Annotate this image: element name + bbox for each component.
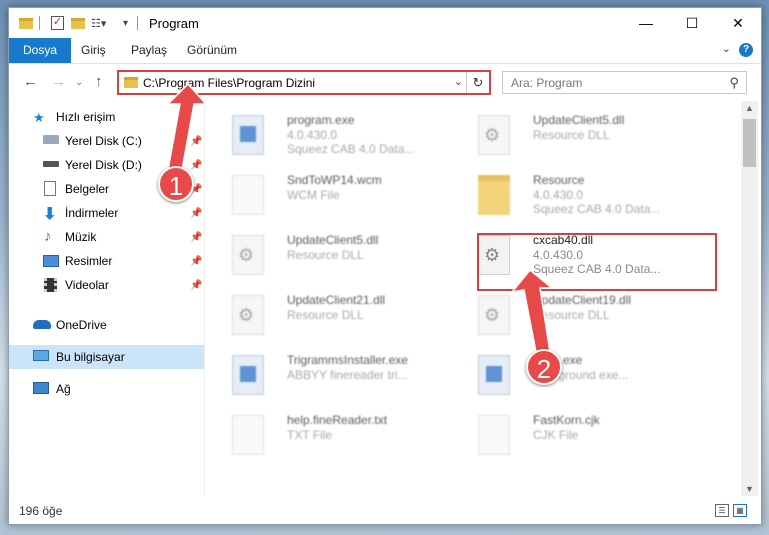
search-placeholder: Ara: Program [511,76,583,90]
tiles-view-icon[interactable]: ▦ [733,504,747,517]
nav-item-music[interactable]: ♪ Müzik 📌 [9,225,204,249]
status-bar: 196 öğe ☰ ▦ [9,498,761,524]
nav-item-this-pc[interactable]: Bu bilgisayar [9,345,204,369]
back-arrow-icon[interactable]: ← [23,73,38,90]
step-badge-1: 1 [158,166,194,202]
file-item[interactable]: program.exe 4.0.430.0 Squeez CAB 4.0 Dat… [207,109,447,161]
tab-paylas[interactable]: Paylaş [131,38,167,63]
maximize-button[interactable]: ☐ [669,8,715,38]
download-icon: ⬇ [43,206,57,223]
forward-arrow-icon[interactable]: → [51,73,66,90]
drive-icon [43,161,59,167]
tab-dosya[interactable]: Dosya [9,38,72,63]
details-view-icon[interactable]: ☰ [715,504,729,517]
dll-file-icon [232,295,264,335]
file-list: program.exe 4.0.430.0 Squeez CAB 4.0 Dat… [207,101,739,496]
cloud-icon [33,320,51,329]
file-item[interactable]: Resource 4.0.430.0 Squeez CAB 4.0 Data..… [453,169,693,221]
address-path[interactable]: C:\Program Files\Program Dizini [143,76,315,90]
file-item[interactable]: help.fineReader.txt TXT File [207,409,447,461]
file-item[interactable]: TrigrammsInstaller.exe ABBYY finereader … [207,349,447,401]
up-arrow-icon[interactable]: ↑ [95,73,103,90]
folder-icon [124,77,138,91]
recent-dropdown-icon[interactable]: ⌄ [75,77,83,88]
pin-icon[interactable]: 📌 [190,232,202,243]
navigation-row: ← → ⌄ ↑ C:\Program Files\Program Dizini … [9,64,761,100]
scroll-down-icon[interactable]: ▼ [745,484,754,494]
exe-file-icon [478,355,510,395]
tab-gorunum[interactable]: Görünüm [187,38,237,63]
pin-icon[interactable]: 📌 [190,160,202,171]
vertical-scrollbar[interactable]: ▲ ▼ [741,101,758,496]
chevron-down-icon[interactable]: ⌄ [722,42,731,55]
computer-icon [33,350,49,361]
file-item[interactable]: FastKorn.cjk CJK File [453,409,693,461]
drive-icon [43,135,59,144]
address-bar[interactable]: C:\Program Files\Program Dizini ⌄ ↻ [117,70,491,95]
file-item[interactable]: UpdateClient5.dll Resource DLL [207,229,447,281]
exe-file-icon [232,355,264,395]
search-input[interactable]: Ara: Program ⚲ [502,71,747,94]
refresh-icon[interactable]: ↻ [466,72,489,93]
navigation-pane: ★ Hızlı erişim Yerel Disk (C:) 📌 Yerel D… [9,101,205,496]
nav-item-disk-c[interactable]: Yerel Disk (C:) 📌 [9,129,204,153]
close-button[interactable]: ✕ [715,8,761,38]
file-item[interactable]: UpdateClient5.dll Resource DLL [453,109,693,161]
qa-dropdown-icon[interactable]: ▾ [123,14,128,32]
step-badge-2: 2 [526,349,562,385]
dll-file-icon [232,235,264,275]
scroll-thumb[interactable] [743,119,756,167]
item-count: 196 öğe [19,504,63,518]
ribbon-tabs: Dosya Giriş Paylaş Görünüm ⌄ ? [9,38,761,64]
nav-item-quick-access[interactable]: ★ Hızlı erişim [9,105,204,129]
generic-file-icon [478,415,510,455]
folder-icon [19,14,33,32]
dll-file-icon [478,115,510,155]
star-icon: ★ [33,110,45,125]
pin-icon[interactable]: 📌 [190,256,202,267]
network-icon [33,382,49,394]
pin-icon[interactable]: 📌 [190,280,202,291]
dll-file-icon [478,295,510,335]
pin-icon[interactable]: 📌 [190,208,202,219]
address-dropdown-icon[interactable]: ⌄ [454,75,463,88]
documents-icon [44,181,56,196]
exe-file-icon [232,115,264,155]
highlight-box [477,233,717,291]
file-item[interactable]: UpdateClient19.dll Resource DLL [453,289,693,341]
nav-item-pictures[interactable]: Resimler 📌 [9,249,204,273]
text-file-icon [232,415,264,455]
scroll-up-icon[interactable]: ▲ [745,103,754,113]
nav-item-videos[interactable]: Videolar 📌 [9,273,204,297]
file-item[interactable]: UpdateClient21.dll Resource DLL [207,289,447,341]
file-item[interactable]: SndToWP14.wcm WCM File [207,169,447,221]
pictures-icon [43,255,59,267]
file-item[interactable]: Exec.exe background exe... [453,349,693,401]
minimize-button[interactable]: — [623,8,669,38]
nav-item-network[interactable]: Ağ [9,377,204,401]
folder-icon [478,175,510,215]
videos-icon [44,278,57,292]
tab-giris[interactable]: Giriş [81,38,106,63]
new-folder-icon[interactable] [71,14,85,32]
help-icon[interactable]: ? [739,43,753,57]
title-bar: ✓ ☷▾ ▾ Program — ☐ ✕ [9,8,761,38]
nav-item-downloads[interactable]: ⬇ İndirmeler 📌 [9,201,204,225]
customize-quick-access-icon[interactable]: ☷▾ [91,14,106,32]
nav-item-onedrive[interactable]: OneDrive [9,313,204,337]
explorer-window: ✓ ☷▾ ▾ Program — ☐ ✕ Dosya Giriş Paylaş … [8,7,762,525]
generic-file-icon [232,175,264,215]
music-icon: ♪ [44,228,52,245]
pin-icon[interactable]: 📌 [190,136,202,147]
window-title: Program [149,16,199,31]
search-icon[interactable]: ⚲ [729,75,739,91]
properties-icon[interactable]: ✓ [51,14,64,32]
